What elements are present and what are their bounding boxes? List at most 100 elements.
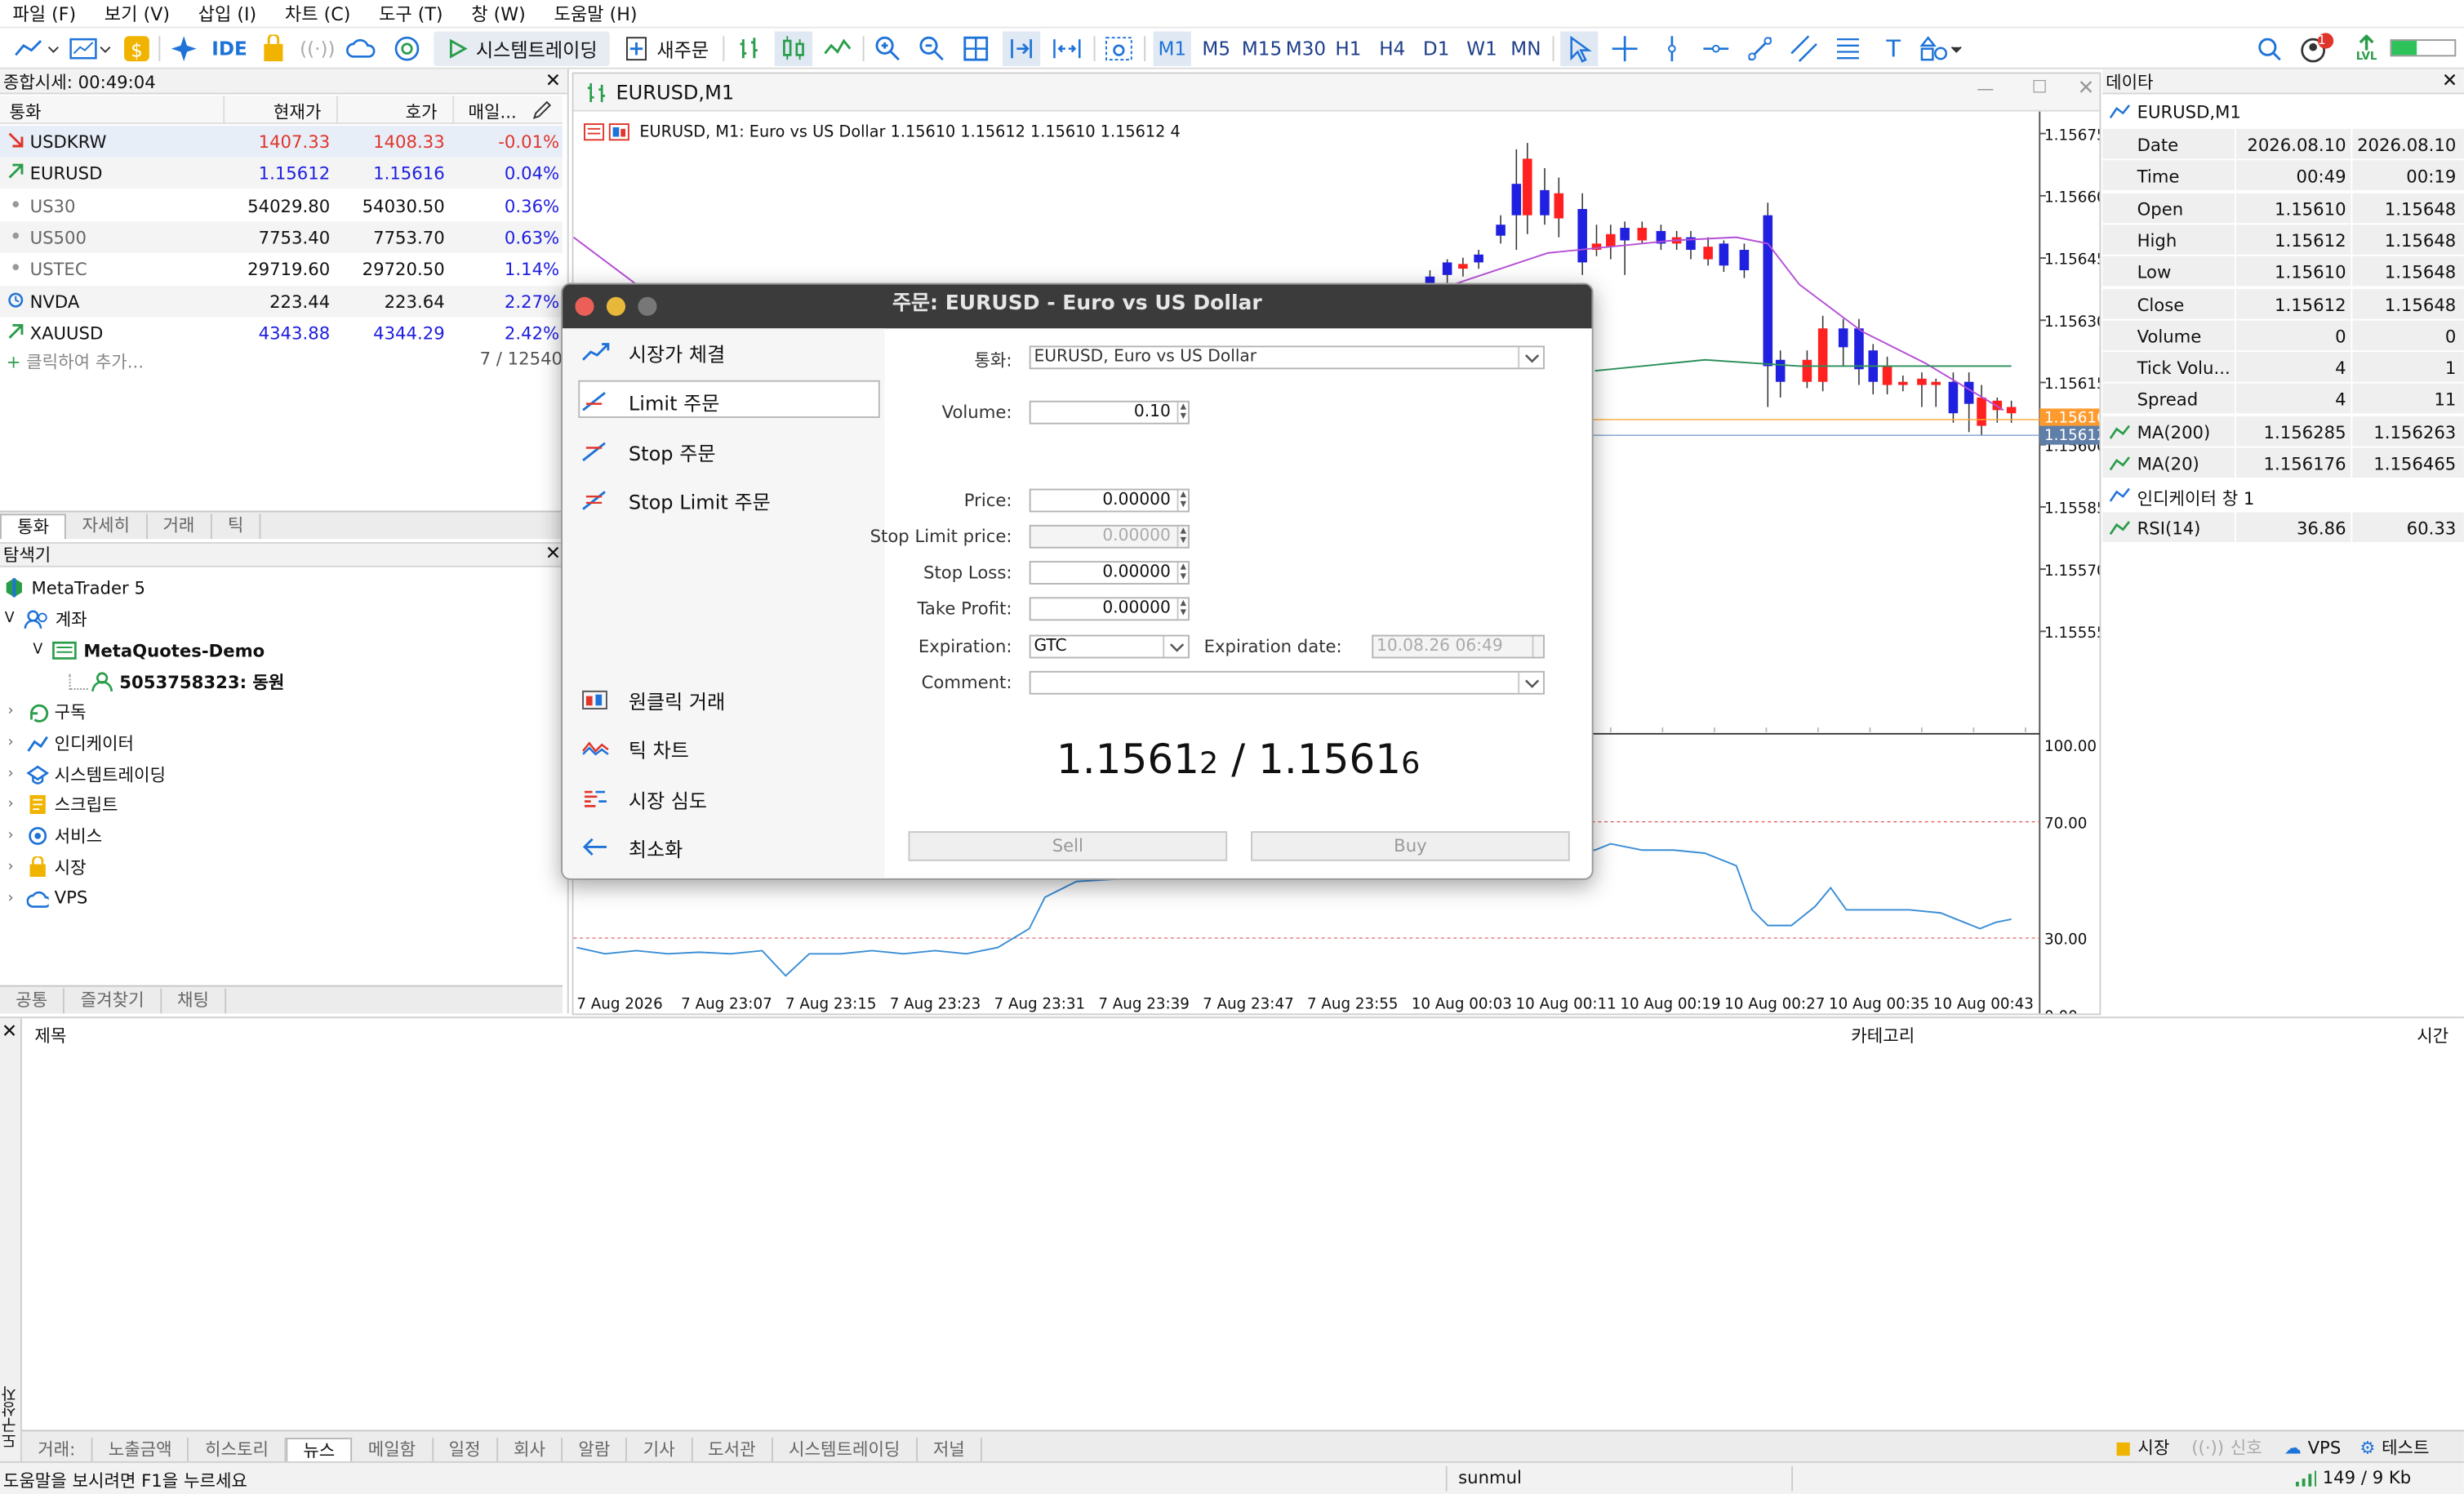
col-subject[interactable]: 제목	[34, 1023, 66, 1048]
profiles-icon[interactable]	[66, 31, 117, 65]
tick-chart[interactable]: 틱 차트	[581, 731, 880, 765]
chart-type-icon[interactable]	[10, 31, 63, 65]
timeframe-mn[interactable]: MN	[1506, 31, 1546, 65]
col-ask[interactable]: 호가	[406, 99, 438, 124]
close-icon[interactable]: ✕	[545, 542, 561, 564]
price-input[interactable]: 0.00000 ▲ ▼	[1029, 488, 1190, 513]
comment-input[interactable]	[1029, 670, 1545, 695]
menu-view[interactable]: 보기 (V)	[91, 1, 185, 26]
nav-accounts[interactable]: ᐯ 계좌	[5, 605, 87, 634]
signals-broadcast-icon[interactable]: ((·))	[300, 31, 335, 65]
close-icon[interactable]: ✕	[2, 1020, 17, 1042]
col-bid[interactable]: 현재가	[274, 99, 321, 124]
text-tool-icon[interactable]: T	[1875, 31, 1912, 65]
toolbox-tab[interactable]: 노출금액	[92, 1438, 189, 1463]
tab-symbols[interactable]: 통화	[0, 514, 67, 540]
screenshot-icon[interactable]	[1100, 31, 1137, 65]
link-signals[interactable]: 신호	[2230, 1434, 2262, 1460]
expiration-select[interactable]: GTC	[1029, 634, 1190, 659]
menu-window[interactable]: 창 (W)	[459, 1, 541, 26]
order-type-stop[interactable]: Stop 주문	[581, 434, 880, 468]
market-watch-row[interactable]: US500 7753.40 7753.70 0.63%	[0, 221, 563, 253]
chart-shift-icon[interactable]	[1047, 31, 1087, 65]
menu-help[interactable]: 도움말 (H)	[541, 1, 653, 26]
minimize-dialog[interactable]: 최소화	[581, 829, 880, 864]
close-icon[interactable]: ✕	[2442, 69, 2457, 91]
timeframe-m30[interactable]: M30	[1283, 31, 1330, 65]
toolbox-tab[interactable]: 히스토리	[189, 1438, 287, 1463]
toolbox-tab[interactable]: 저널	[918, 1438, 982, 1463]
timeframe-h1[interactable]: H1	[1329, 31, 1367, 65]
equidistant-channel-icon[interactable]	[1785, 31, 1822, 65]
tab-ticks[interactable]: 틱	[212, 514, 261, 540]
market-watch-row[interactable]: EURUSD 1.15612 1.15616 0.04%	[0, 158, 563, 189]
stop-loss-stepper[interactable]: ▲ ▼	[1176, 562, 1188, 584]
crosshair-icon[interactable]	[1606, 31, 1643, 65]
menu-insert[interactable]: 삽입 (I)	[185, 1, 272, 26]
link-vps[interactable]: VPS	[2308, 1437, 2342, 1457]
timeframe-m5[interactable]: M5	[1198, 31, 1235, 65]
tab-details[interactable]: 자세히	[66, 514, 148, 540]
close-icon[interactable]: ✕	[545, 69, 561, 91]
maximize-icon[interactable]: ☐	[2032, 77, 2048, 97]
sell-button[interactable]: Sell	[908, 831, 1228, 861]
auto-scroll-icon[interactable]	[1002, 31, 1041, 66]
market-bag-icon[interactable]	[256, 31, 291, 65]
tab-common[interactable]: 공통	[0, 988, 65, 1014]
market-watch-row[interactable]: USDKRW 1407.33 1408.33 -0.01%	[0, 125, 563, 158]
nav-item[interactable]: › 시스템트레이딩	[8, 760, 166, 789]
nav-item[interactable]: › 스크립트	[8, 791, 118, 820]
toolbox-tab[interactable]: 거래:	[22, 1438, 93, 1463]
market-watch-row[interactable]: US30 54029.80 54030.50 0.36%	[0, 189, 563, 221]
zoom-window-icon[interactable]	[638, 296, 657, 316]
order-type-limit[interactable]: Limit 주문	[581, 384, 880, 418]
link-tester[interactable]: 테스트	[2382, 1434, 2429, 1460]
volume-input[interactable]: 0.10 ▲ ▼	[1029, 400, 1190, 425]
metaeditor-icon[interactable]	[167, 31, 201, 65]
horizontal-line-icon[interactable]	[1697, 31, 1735, 65]
vertical-line-icon[interactable]	[1653, 31, 1691, 65]
col-category[interactable]: 카테고리	[1851, 1023, 1915, 1048]
nav-broker[interactable]: ᐯ MetaQuotes-Demo	[33, 637, 265, 665]
tab-trading[interactable]: 거래	[147, 514, 212, 540]
col-time[interactable]: 시간	[2417, 1023, 2448, 1048]
stop-limit-input[interactable]: 0.00000 ▲ ▼	[1029, 524, 1190, 549]
toolbox-tab[interactable]: 일정	[433, 1438, 498, 1463]
close-window-icon[interactable]	[575, 296, 594, 316]
shapes-icon[interactable]	[1917, 31, 1968, 65]
tab-favorites[interactable]: 즐겨찾기	[64, 988, 162, 1014]
nav-root[interactable]: MetaTrader 5	[3, 574, 145, 602]
menu-charts[interactable]: 차트 (C)	[272, 1, 366, 26]
stop-limit-stepper[interactable]: ▲ ▼	[1176, 526, 1188, 547]
take-profit-stepper[interactable]: ▲ ▼	[1176, 598, 1188, 620]
status-profile[interactable]: sunmul	[1458, 1468, 1522, 1488]
minimize-window-icon[interactable]	[606, 296, 626, 316]
expiration-date-input[interactable]: 10.08.26 06:49	[1372, 634, 1545, 659]
timeframe-m1[interactable]: M1	[1153, 31, 1191, 66]
toolbox-tab[interactable]: 회사	[498, 1438, 563, 1463]
link-market[interactable]: 시장	[2137, 1434, 2169, 1460]
timeframe-m15[interactable]: M15	[1239, 31, 1286, 65]
close-icon[interactable]: ✕	[2077, 77, 2094, 100]
fibonacci-icon[interactable]	[1829, 31, 1866, 65]
expiration-date-stepper[interactable]	[1532, 636, 1543, 657]
buy-button[interactable]: Buy	[1251, 831, 1570, 861]
trendline-icon[interactable]	[1741, 31, 1779, 65]
col-daily-change[interactable]: 매일...	[469, 99, 517, 124]
market-watch-row[interactable]: USTEC 29719.60 29720.50 1.14%	[0, 253, 563, 285]
edit-icon[interactable]	[531, 99, 554, 121]
search-icon[interactable]	[2252, 31, 2286, 65]
order-type-stop-limit[interactable]: Stop Limit 주문	[581, 482, 880, 517]
timeframe-d1[interactable]: D1	[1417, 31, 1455, 65]
community-icon[interactable]	[388, 31, 425, 65]
cursor-icon[interactable]	[1560, 31, 1599, 66]
nav-item[interactable]: › 시장	[8, 853, 87, 882]
market-watch-row[interactable]: XAUUSD 4343.88 4344.29 2.42%	[0, 317, 563, 349]
market-watch-row[interactable]: NVDA 223.44 223.64 2.27%	[0, 285, 563, 317]
toolbox-tab[interactable]: 알람	[563, 1438, 628, 1463]
tab-chat[interactable]: 채팅	[162, 988, 227, 1014]
toolbox-tab[interactable]: 기사	[628, 1438, 692, 1463]
algo-trading-button[interactable]: 시스템트레이딩	[434, 31, 610, 66]
toolbox-tab[interactable]: 도서관	[692, 1438, 773, 1463]
nav-item[interactable]: › VPS	[8, 884, 88, 913]
